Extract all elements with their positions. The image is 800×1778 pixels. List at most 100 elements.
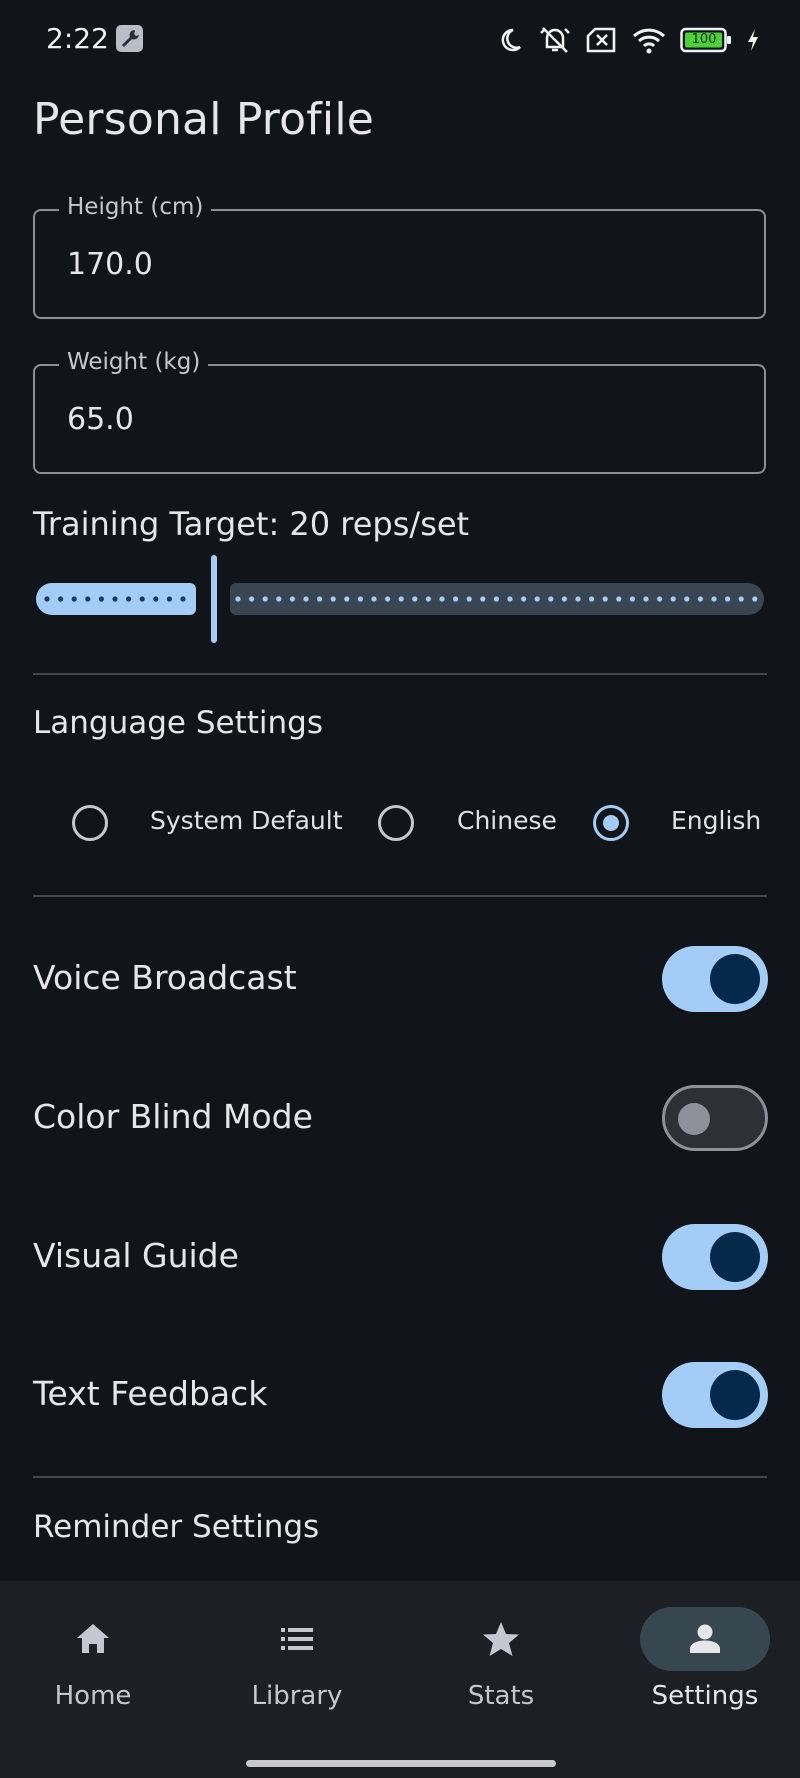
training-target-label: Training Target: 20 reps/set [33,505,470,543]
slider-tick-inactive [344,596,350,602]
divider [33,1476,767,1478]
alarm-off-icon [538,25,572,55]
battery-level: 100 [691,32,717,47]
slider-tick-inactive [398,596,404,602]
radio-label[interactable]: English [671,806,761,835]
nav-item-library[interactable]: Library [192,1581,392,1741]
nav-item-stats[interactable]: Stats [396,1581,596,1741]
toggle-label: Visual Guide [33,1236,239,1275]
language-radio-group: System Default Chinese English [70,800,770,846]
height-field-value[interactable]: 170.0 [67,247,153,282]
charging-icon [746,28,760,52]
slider-tick-inactive [412,596,418,602]
height-field[interactable]: Height (cm) 170.0 [33,194,766,319]
slider-tick-inactive [249,596,255,602]
radio-button-selected[interactable] [593,805,629,841]
text-feedback-switch[interactable] [662,1362,768,1428]
voice-broadcast-switch[interactable] [662,946,768,1012]
gesture-bar[interactable] [246,1760,556,1767]
slider-tick-inactive [616,596,622,602]
slider-thumb[interactable] [211,555,217,643]
nav-label: Home [54,1681,132,1711]
slider-tick-active [180,596,186,602]
slider-tick-inactive [657,596,663,602]
height-field-label: Height (cm) [59,194,212,220]
weight-field-label: Weight (kg) [59,349,209,375]
toggle-label: Text Feedback [33,1374,268,1413]
slider-tick-inactive [629,596,636,602]
slider-tick-inactive [276,596,282,602]
language-settings-title: Language Settings [33,705,323,741]
slider-tick-inactive [507,596,513,602]
slider-tick-inactive [466,596,472,602]
slider-tick-inactive [453,596,459,602]
nav-label: Stats [467,1681,535,1711]
toggle-label: Voice Broadcast [33,958,297,997]
slider-tick-active [44,596,50,602]
radio-button[interactable] [72,805,108,841]
radio-label[interactable]: System Default [150,806,343,835]
wrench-icon [116,25,143,52]
radio-label[interactable]: Chinese [457,806,557,835]
no-sim-icon [586,27,618,53]
slider-tick-inactive [589,596,595,602]
nav-label: Library [251,1681,343,1711]
slider-tick-inactive [643,596,649,602]
slider-tick-inactive [575,596,581,602]
visual-guide-switch[interactable] [662,1224,768,1290]
slider-tick-inactive [521,596,527,602]
nav-item-settings[interactable]: Settings [600,1581,800,1741]
slider-tick-inactive [425,596,431,602]
slider-tick-inactive [725,596,731,602]
slider-tick-inactive [738,596,744,602]
nav-label: Settings [651,1681,759,1711]
page-title: Personal Profile [33,94,375,145]
slider-tick-inactive [711,596,717,602]
slider-tick-inactive [357,596,363,602]
slider-tick-active [58,596,64,602]
battery-icon: 100 [680,27,732,53]
star-icon [483,1622,519,1656]
weight-field-value[interactable]: 65.0 [67,402,134,437]
slider-tick-active [153,596,159,602]
slider-tick-inactive [235,596,241,602]
switch-knob [678,1103,710,1135]
wifi-icon [632,26,666,54]
slider-tick-active [166,596,172,602]
slider-tick-marks [44,596,758,602]
nav-item-home[interactable]: Home [0,1581,188,1741]
slider-tick-inactive [480,596,486,602]
moon-icon [496,26,524,54]
divider [33,895,767,897]
home-icon [77,1624,109,1653]
radio-button[interactable] [378,805,414,841]
switch-knob [710,954,760,1004]
slider-tick-active [98,596,104,602]
slider-tick-inactive [330,596,336,602]
slider-tick-inactive [303,596,309,602]
slider-tick-inactive [534,596,540,602]
slider-tick-active [112,596,118,602]
slider-tick-inactive [752,596,758,602]
slider-tick-inactive [697,596,704,602]
slider-tick-inactive [317,596,323,602]
status-bar: 2:22 100 [0,0,800,80]
training-target-slider[interactable] [36,552,764,643]
reminder-settings-title: Reminder Settings [33,1509,320,1545]
slider-tick-inactive [670,596,676,602]
slider-tick-active [126,596,132,602]
divider [33,673,767,675]
slider-tick-inactive [371,596,377,602]
slider-tick-inactive [684,596,690,602]
slider-tick-inactive [548,596,554,602]
toggle-label: Color Blind Mode [33,1097,313,1136]
slider-tick-inactive [602,596,608,602]
slider-tick-active [85,596,91,602]
slider-tick-inactive [262,596,268,602]
switch-knob [710,1232,760,1282]
weight-field[interactable]: Weight (kg) 65.0 [33,349,766,474]
color-blind-mode-switch[interactable] [662,1085,768,1151]
list-icon [281,1628,313,1650]
slider-tick-inactive [439,596,445,602]
person-icon [690,1624,720,1653]
